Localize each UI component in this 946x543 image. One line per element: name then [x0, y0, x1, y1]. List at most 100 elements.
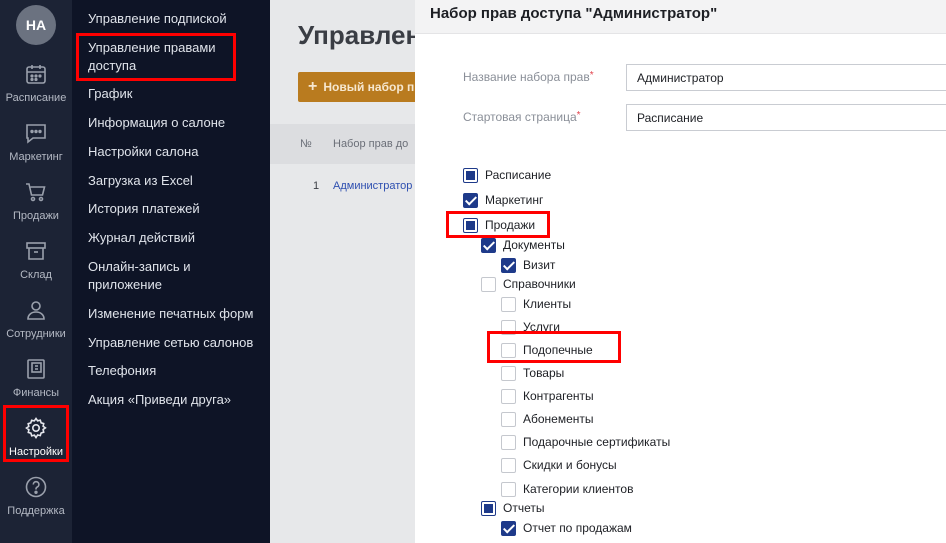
plus-icon: + — [308, 78, 318, 95]
tree-label: Товары — [523, 366, 565, 380]
checkbox[interactable] — [501, 457, 516, 473]
row-number: 1 — [313, 180, 320, 192]
row-name-link[interactable]: Администратор — [333, 180, 412, 192]
subnav-item-action-log[interactable]: Журнал действий — [88, 229, 263, 247]
subnav-item-access-rights[interactable]: Управление правами доступа — [88, 39, 228, 75]
subnav-item-salon-settings[interactable]: Настройки салона — [88, 143, 263, 161]
tree-label: Расписание — [485, 168, 552, 182]
tree-item-reports[interactable]: Отчеты — [481, 499, 544, 517]
tree-item-wards[interactable]: Подопечные — [501, 341, 593, 359]
checkbox[interactable] — [463, 167, 478, 183]
tree-label: Отчет по продажам — [523, 521, 632, 535]
checkbox[interactable] — [463, 192, 478, 208]
name-field-value: Администратор — [637, 70, 724, 85]
tree-item-references[interactable]: Справочники — [481, 275, 576, 293]
tree-label: Скидки и бонусы — [523, 458, 617, 472]
required-mark: * — [589, 70, 594, 81]
checkbox[interactable] — [481, 500, 496, 516]
subnav-item-print-forms[interactable]: Изменение печатных форм — [88, 305, 263, 323]
icon-rail: НА Расписание Маркетинг Продажи Склад Со… — [0, 0, 72, 543]
col-name: Набор прав до — [333, 138, 409, 150]
gear-icon — [25, 417, 47, 439]
start-page-select[interactable]: Расписание — [626, 104, 946, 131]
rail-item-label: Сотрудники — [6, 328, 66, 340]
rail-item-sales[interactable]: Продажи — [0, 180, 72, 238]
required-mark: * — [576, 110, 581, 121]
tree-item-visit[interactable]: Визит — [501, 256, 555, 274]
checkbox[interactable] — [501, 342, 516, 358]
tree-label: Контрагенты — [523, 389, 594, 403]
tree-label: Маркетинг — [485, 193, 544, 207]
rail-item-schedule[interactable]: Расписание — [0, 62, 72, 120]
checkbox[interactable] — [463, 217, 478, 233]
checkbox[interactable] — [501, 257, 516, 273]
rail-item-label: Финансы — [12, 387, 60, 399]
tree-label: Отчеты — [503, 501, 545, 515]
tree-label: Подопечные — [523, 343, 593, 357]
rail-item-support[interactable]: Поддержка — [0, 475, 72, 533]
rail-item-marketing[interactable]: Маркетинг — [0, 121, 72, 179]
name-field[interactable]: Администратор — [626, 64, 946, 91]
checkbox[interactable] — [501, 434, 516, 450]
tree-item-client-categories[interactable]: Категории клиентов — [501, 480, 633, 498]
checkbox[interactable] — [501, 388, 516, 404]
box-icon — [26, 242, 46, 260]
rail-item-label: Поддержка — [7, 505, 65, 517]
checkbox[interactable] — [501, 520, 516, 536]
subnav-item-excel-import[interactable]: Загрузка из Excel — [88, 172, 263, 190]
tree-item-services[interactable]: Услуги — [501, 318, 560, 336]
tree-item-schedule[interactable]: Расписание — [463, 166, 551, 184]
new-access-set-label: Новый набор п — [323, 80, 415, 94]
tree-item-sales[interactable]: Продажи — [463, 216, 535, 234]
rail-item-label: Продажи — [13, 210, 59, 222]
tree-item-documents[interactable]: Документы — [481, 236, 565, 254]
chat-icon — [26, 124, 46, 144]
panel-title: Набор прав доступа "Администратор" — [430, 5, 718, 22]
panel-header: Набор прав доступа "Администратор" — [415, 0, 946, 34]
start-page-label-text: Стартовая страница — [463, 110, 577, 124]
checkbox[interactable] — [501, 296, 516, 312]
subnav-item-salon-info[interactable]: Информация о салоне — [88, 114, 263, 132]
rail-item-label: Расписание — [5, 92, 67, 104]
rail-item-warehouse[interactable]: Склад — [0, 239, 72, 297]
avatar[interactable]: НА — [16, 5, 56, 45]
rail-item-label: Маркетинг — [9, 151, 63, 163]
subnav-item-subscription[interactable]: Управление подпиской — [88, 10, 263, 28]
tree-item-clients[interactable]: Клиенты — [501, 295, 571, 313]
rail-item-settings[interactable]: Настройки — [0, 416, 72, 474]
checkbox[interactable] — [501, 481, 516, 497]
tree-label: Документы — [503, 238, 565, 252]
subnav-item-schedule[interactable]: График — [88, 85, 263, 103]
tree-item-sales-report[interactable]: Отчет по продажам — [501, 519, 632, 537]
checkbox[interactable] — [501, 319, 516, 335]
tree-item-goods[interactable]: Товары — [501, 364, 564, 382]
checkbox[interactable] — [501, 411, 516, 427]
subnav-item-payment-history[interactable]: История платежей — [88, 200, 263, 218]
person-icon — [27, 301, 45, 320]
tree-item-marketing[interactable]: Маркетинг — [463, 191, 543, 209]
rail-item-label: Настройки — [9, 446, 63, 458]
tree-label: Справочники — [503, 277, 576, 291]
tree-item-discounts[interactable]: Скидки и бонусы — [501, 456, 617, 474]
tree-item-contractors[interactable]: Контрагенты — [501, 387, 594, 405]
checkbox[interactable] — [481, 276, 496, 292]
tree-item-memberships[interactable]: Абонементы — [501, 410, 594, 428]
checkbox[interactable] — [501, 365, 516, 381]
subnav-item-salon-network[interactable]: Управление сетью салонов — [88, 334, 263, 352]
tree-label: Клиенты — [523, 297, 572, 311]
rail-item-staff[interactable]: Сотрудники — [0, 298, 72, 356]
tree-item-gift-certificates[interactable]: Подарочные сертификаты — [501, 433, 670, 451]
checkbox[interactable] — [481, 237, 496, 253]
subnav-item-online-booking[interactable]: Онлайн-запись и приложение — [88, 258, 228, 294]
tree-label: Продажи — [485, 218, 536, 232]
start-page-value: Расписание — [637, 110, 704, 125]
tree-label: Услуги — [523, 320, 560, 334]
rail-item-label: Склад — [20, 269, 52, 281]
subnav-item-referral[interactable]: Акция «Приведи друга» — [88, 391, 263, 409]
tree-label: Категории клиентов — [523, 482, 634, 496]
rail-item-finance[interactable]: Финансы — [0, 357, 72, 415]
cart-icon — [26, 183, 46, 202]
page-title: Управлен — [298, 20, 422, 50]
name-field-label: Название набора прав* — [463, 70, 594, 84]
subnav-item-telephony[interactable]: Телефония — [88, 362, 263, 380]
